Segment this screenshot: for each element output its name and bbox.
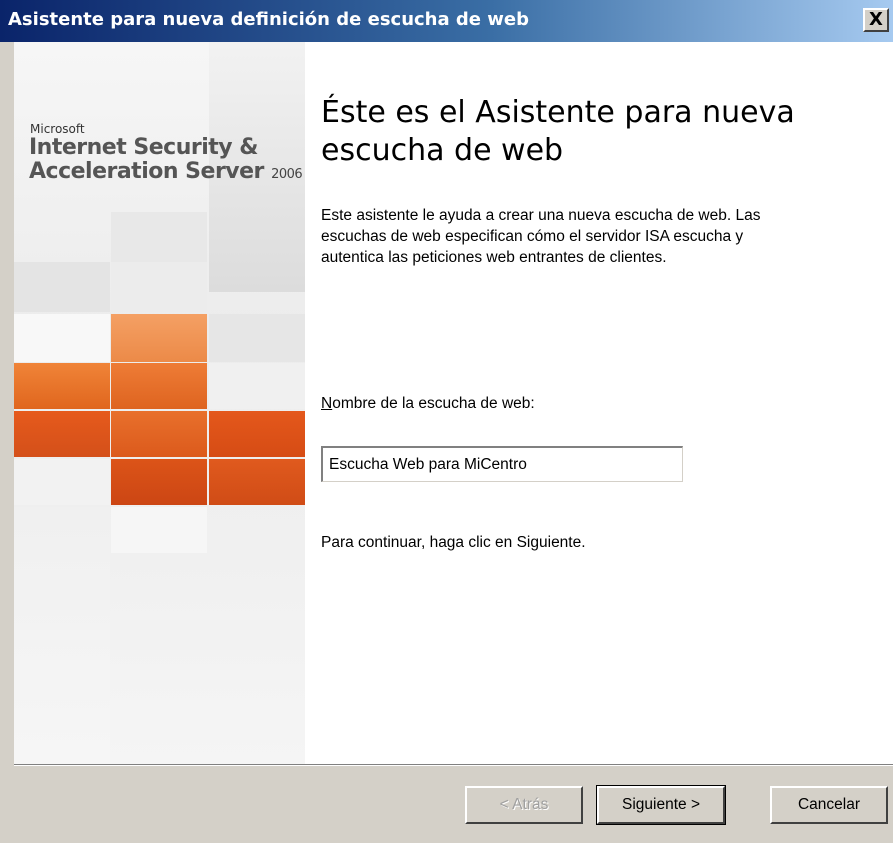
wizard-description: Este asistente le ayuda a crear una nuev… — [321, 207, 761, 266]
banner-tile — [111, 459, 207, 505]
name-field-label: Nombre de la escucha de web: — [321, 395, 535, 413]
window-left-frame — [0, 42, 14, 843]
banner-tile — [111, 262, 207, 312]
banner-tile — [209, 363, 305, 409]
close-icon: X — [869, 9, 883, 30]
banner-tile — [14, 262, 110, 312]
wizard-content: Éste es el Asistente para nueva escucha … — [305, 42, 893, 764]
cancel-button[interactable]: Cancelar — [770, 786, 888, 824]
brand-product-text: Internet Security & Acceleration Server — [29, 135, 264, 184]
next-button[interactable]: Siguiente > — [596, 785, 726, 825]
close-button[interactable]: X — [863, 8, 889, 32]
label-text: ombre de la escucha de web: — [332, 395, 535, 412]
banner-tile — [111, 363, 207, 409]
brand-product-name: Internet Security & Acceleration Server … — [29, 136, 304, 187]
wizard-sidebar-banner: Microsoft Internet Security & Accelerati… — [14, 42, 305, 764]
banner-tile — [111, 507, 207, 553]
banner-tile — [111, 314, 207, 362]
page-title: Éste es el Asistente para nueva escucha … — [321, 95, 795, 168]
listener-name-input[interactable] — [321, 446, 683, 482]
banner-tile — [209, 314, 305, 362]
banner-tile — [209, 459, 305, 505]
banner-tile — [14, 507, 110, 764]
banner-tile — [111, 212, 207, 262]
banner-tile — [14, 314, 110, 362]
continue-instruction: Para continuar, haga clic en Siguiente. — [321, 534, 586, 551]
banner-tile — [14, 363, 110, 409]
banner-tile — [209, 411, 305, 457]
back-button[interactable]: < Atrás — [465, 786, 583, 824]
brand-company: Microsoft — [30, 122, 85, 136]
label-mnemonic: N — [321, 395, 333, 412]
wizard-window: Asistente para nueva definición de escuc… — [0, 0, 893, 843]
window-title: Asistente para nueva definición de escuc… — [8, 9, 529, 30]
button-separator — [14, 764, 893, 766]
banner-tile — [14, 459, 110, 505]
banner-tile — [111, 411, 207, 457]
banner-tile — [14, 411, 110, 457]
brand-year: 2006 — [271, 167, 303, 182]
title-bar[interactable]: Asistente para nueva definición de escuc… — [0, 0, 893, 42]
